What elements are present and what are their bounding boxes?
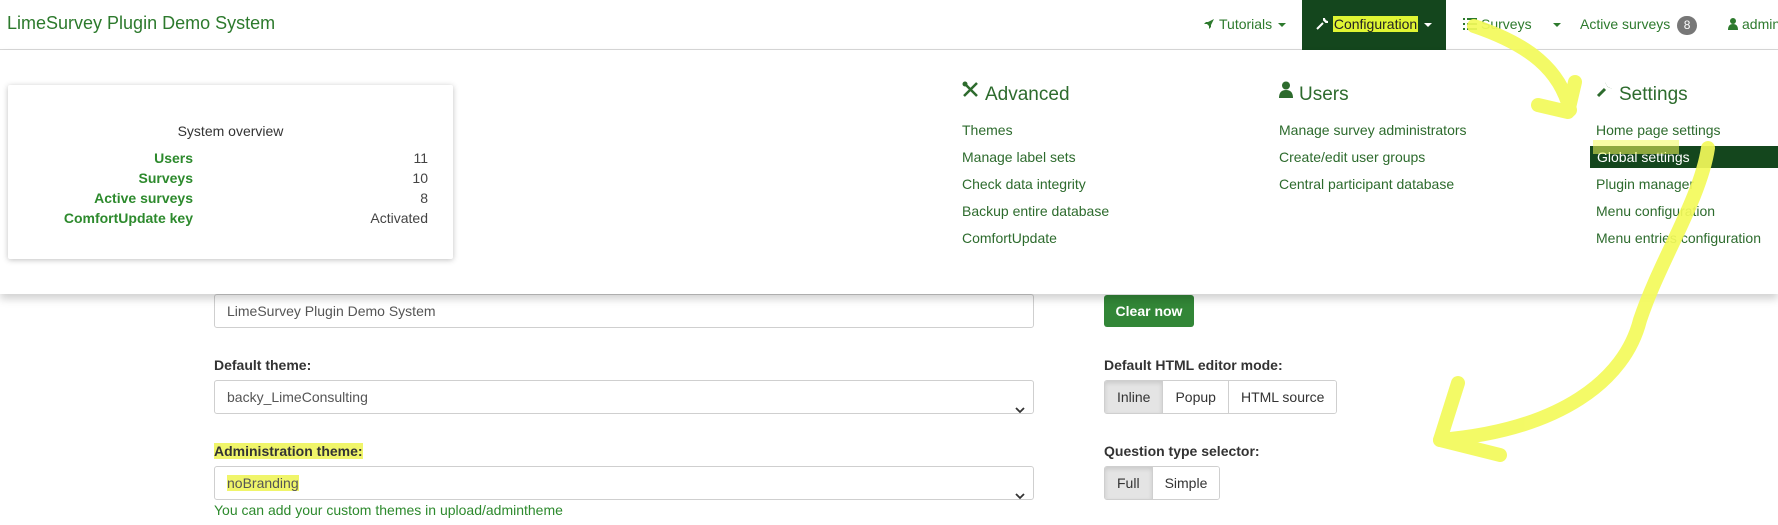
question-type-full[interactable]: Full <box>1105 467 1153 499</box>
menu-item-themes[interactable]: Themes <box>962 119 1013 141</box>
menu-item-backup-database[interactable]: Backup entire database <box>962 200 1109 222</box>
overview-label: Surveys <box>138 170 193 186</box>
menu-column-settings: Settings Home page settings Global setti… <box>1590 80 1778 246</box>
overview-value: 10 <box>412 170 428 186</box>
user-icon <box>1279 78 1293 108</box>
editor-mode-label: Default HTML editor mode: <box>1104 357 1283 373</box>
menu-item-global-settings[interactable]: Global settings <box>1590 146 1778 168</box>
menu-heading-settings: Settings <box>1596 80 1688 110</box>
overview-value: 8 <box>420 190 428 206</box>
editor-mode-group: Inline Popup HTML source <box>1104 380 1338 414</box>
nav-user-label: admin <box>1742 16 1778 32</box>
menu-item-participant-db[interactable]: Central participant database <box>1279 173 1454 195</box>
nav-tutorials[interactable]: Tutorials <box>1203 0 1287 50</box>
chevron-down-icon <box>1278 23 1287 28</box>
overview-row: Active surveys 8 <box>8 190 453 210</box>
nav-user[interactable]: admin <box>1728 0 1778 50</box>
chevron-down-icon <box>1015 393 1025 425</box>
site-name-input[interactable]: LimeSurvey Plugin Demo System <box>214 294 1034 328</box>
editor-mode-html-source[interactable]: HTML source <box>1228 381 1337 413</box>
chevron-down-icon <box>1424 23 1433 28</box>
question-type-label: Question type selector: <box>1104 443 1260 459</box>
menu-item-menu-configuration[interactable]: Menu configuration <box>1596 200 1715 222</box>
menu-item-check-integrity[interactable]: Check data integrity <box>962 173 1086 195</box>
system-overview-title: System overview <box>177 123 284 139</box>
overview-value: Activated <box>370 210 428 226</box>
menu-item-home-page-settings[interactable]: Home page settings <box>1596 119 1721 141</box>
clear-cache-button[interactable]: Clear now <box>1104 295 1194 327</box>
editor-mode-inline[interactable]: Inline <box>1105 381 1164 413</box>
overview-row: Users 11 <box>8 150 453 170</box>
arrow-head-down <box>1433 376 1507 462</box>
nav-active-surveys[interactable]: Active surveys 8 <box>1580 0 1698 50</box>
menu-heading-users-label: Users <box>1299 84 1349 105</box>
brand-title[interactable]: LimeSurvey Plugin Demo System <box>7 13 275 34</box>
default-theme-select[interactable]: backy_LimeConsulting <box>214 380 1034 414</box>
default-theme-label: Default theme: <box>214 357 312 373</box>
overview-label: Users <box>154 150 193 166</box>
menu-heading-advanced: Advanced <box>962 80 1070 110</box>
nav-tutorials-label: Tutorials <box>1219 16 1273 32</box>
menu-heading-advanced-label: Advanced <box>985 84 1070 105</box>
rocket-icon <box>1203 1 1215 49</box>
editor-mode-popup[interactable]: Popup <box>1163 381 1229 413</box>
admin-theme-value: noBranding <box>227 475 299 491</box>
menu-item-global-settings-label: Global settings <box>1597 149 1690 165</box>
active-surveys-badge: 8 <box>1677 15 1698 35</box>
admin-theme-select[interactable]: noBranding <box>214 466 1034 500</box>
tools-icon <box>962 78 979 108</box>
question-type-simple[interactable]: Simple <box>1152 467 1220 499</box>
menu-item-comfortupdate[interactable]: ComfortUpdate <box>962 227 1057 249</box>
nav-surveys-label: Surveys <box>1481 16 1532 32</box>
menu-column-advanced: Advanced Themes Manage label sets Check … <box>962 80 1109 246</box>
menu-item-label-sets[interactable]: Manage label sets <box>962 146 1076 168</box>
top-navbar: LimeSurvey Plugin Demo System Tutorials … <box>0 0 1778 50</box>
overview-label: ComfortUpdate key <box>63 210 193 226</box>
menu-heading-users: Users <box>1279 80 1349 110</box>
overview-value: 11 <box>413 150 428 166</box>
configuration-dropdown-menu: System overview Users 11 Surveys 10 Acti… <box>0 50 1778 294</box>
question-type-group: Full Simple <box>1104 466 1221 500</box>
chevron-down-icon <box>1553 23 1561 28</box>
user-icon <box>1728 1 1738 49</box>
admin-theme-label: Administration theme: <box>214 443 363 459</box>
menu-item-manage-admins[interactable]: Manage survey administrators <box>1279 119 1467 141</box>
menu-item-plugin-manager[interactable]: Plugin manager <box>1596 173 1694 195</box>
nav-surveys[interactable]: Surveys <box>1463 0 1532 50</box>
menu-item-user-groups[interactable]: Create/edit user groups <box>1279 146 1425 168</box>
nav-configuration-label: Configuration <box>1332 16 1419 32</box>
overview-row: ComfortUpdate key Activated <box>8 210 453 230</box>
wrench-icon <box>1596 78 1613 108</box>
menu-heading-settings-label: Settings <box>1619 84 1688 105</box>
wrench-icon <box>1316 1 1329 49</box>
overview-label: Active surveys <box>94 190 193 206</box>
surveys-dropdown-toggle[interactable] <box>1547 0 1561 50</box>
admin-theme-help: You can add your custom themes in upload… <box>214 502 563 518</box>
overview-row: Surveys 10 <box>8 170 453 190</box>
menu-column-users: Users Manage survey administrators Creat… <box>1279 80 1467 192</box>
chevron-down-icon <box>1015 479 1025 511</box>
nav-active-surveys-label: Active surveys <box>1580 16 1671 32</box>
list-icon <box>1463 1 1477 49</box>
system-overview-panel: System overview Users 11 Surveys 10 Acti… <box>8 85 453 259</box>
menu-item-menu-entries[interactable]: Menu entries configuration <box>1596 227 1761 249</box>
default-theme-value: backy_LimeConsulting <box>227 389 368 405</box>
nav-configuration[interactable]: Configuration <box>1302 0 1446 50</box>
